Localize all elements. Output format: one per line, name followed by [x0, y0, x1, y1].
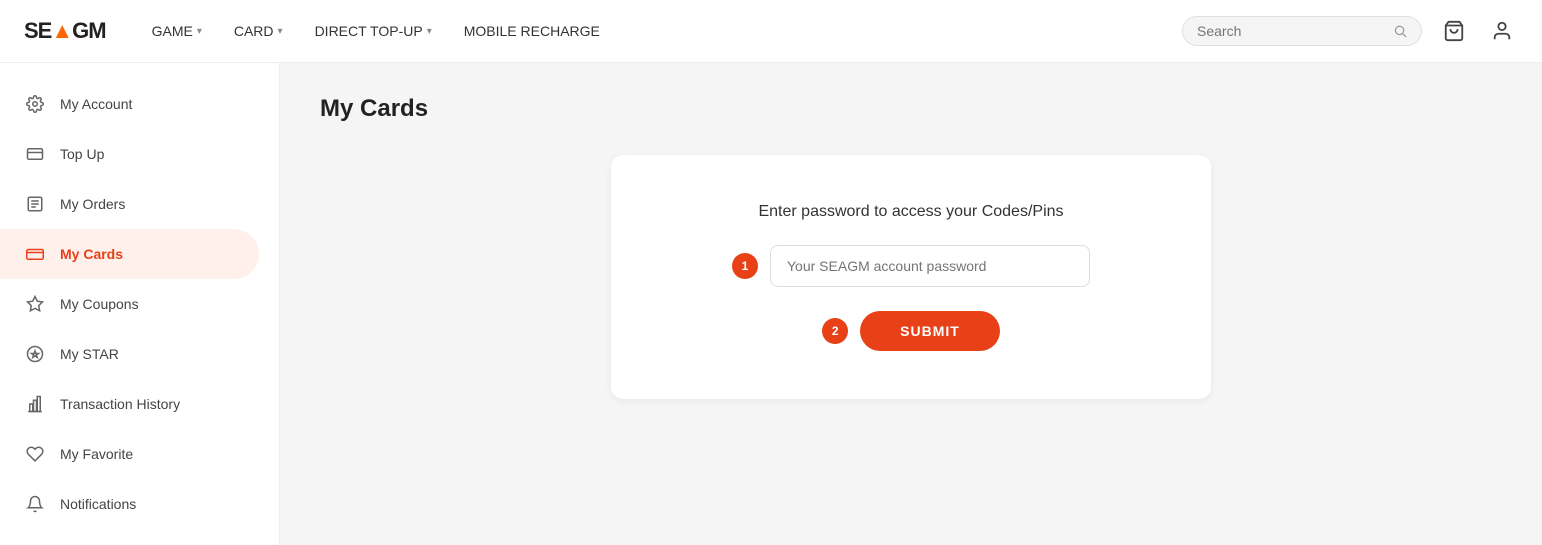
chevron-down-icon: ▾ — [278, 26, 283, 37]
logo[interactable]: SE▲GM — [24, 18, 106, 44]
submit-button[interactable]: SUBMIT — [860, 311, 1000, 351]
sidebar-label-coupons: My Coupons — [60, 296, 139, 312]
coupons-icon — [24, 293, 46, 315]
star-icon — [24, 343, 46, 365]
submit-row: 2 SUBMIT — [822, 311, 1000, 351]
password-row: 1 — [651, 245, 1171, 287]
password-input[interactable] — [770, 245, 1090, 287]
panel-title: Enter password to access your Codes/Pins — [758, 203, 1063, 221]
history-icon — [24, 393, 46, 415]
chevron-down-icon: ▾ — [427, 26, 432, 37]
header: SE▲GM GAME ▾ CARD ▾ DIRECT TOP-UP ▾ MOBI… — [0, 0, 1542, 63]
search-input[interactable] — [1197, 23, 1385, 39]
nav-mobile-recharge[interactable]: MOBILE RECHARGE — [450, 15, 614, 47]
search-icon — [1393, 23, 1407, 39]
sidebar-label-topup: Top Up — [60, 146, 104, 162]
sidebar-item-favorite[interactable]: My Favorite — [0, 429, 259, 479]
sidebar-item-history[interactable]: Transaction History — [0, 379, 259, 429]
sidebar-label-favorite: My Favorite — [60, 446, 133, 462]
orders-icon — [24, 193, 46, 215]
favorite-icon — [24, 443, 46, 465]
page-title: My Cards — [320, 95, 1502, 123]
sidebar-label-account: My Account — [60, 96, 132, 112]
sidebar-label-orders: My Orders — [60, 196, 125, 212]
sidebar-item-coupons[interactable]: My Coupons — [0, 279, 259, 329]
main-nav: GAME ▾ CARD ▾ DIRECT TOP-UP ▾ MOBILE REC… — [138, 15, 1182, 47]
cart-icon[interactable] — [1438, 15, 1470, 47]
user-icon[interactable] — [1486, 15, 1518, 47]
nav-direct-topup[interactable]: DIRECT TOP-UP ▾ — [301, 15, 446, 47]
bell-icon — [24, 493, 46, 515]
card-panel: Enter password to access your Codes/Pins… — [611, 155, 1211, 399]
sidebar-label-cards: My Cards — [60, 246, 123, 262]
layout: My Account Top Up My Orders — [0, 63, 1542, 545]
cards-icon — [24, 243, 46, 265]
sidebar-label-history: Transaction History — [60, 396, 180, 412]
gear-icon — [24, 93, 46, 115]
header-right — [1182, 15, 1518, 47]
sidebar: My Account Top Up My Orders — [0, 63, 280, 545]
main-content: My Cards Enter password to access your C… — [280, 63, 1542, 545]
step-1-badge: 1 — [732, 253, 758, 279]
chevron-down-icon: ▾ — [197, 26, 202, 37]
sidebar-item-account[interactable]: My Account — [0, 79, 259, 129]
nav-game[interactable]: GAME ▾ — [138, 15, 216, 47]
sidebar-item-cards[interactable]: My Cards — [0, 229, 259, 279]
sidebar-item-notifications[interactable]: Notifications — [0, 479, 259, 529]
sidebar-item-orders[interactable]: My Orders — [0, 179, 259, 229]
logo-text: SE▲GM — [24, 18, 106, 44]
sidebar-label-notifications: Notifications — [60, 496, 136, 512]
sidebar-item-star[interactable]: My STAR — [0, 329, 259, 379]
sidebar-item-topup[interactable]: Top Up — [0, 129, 259, 179]
topup-icon — [24, 143, 46, 165]
nav-card[interactable]: CARD ▾ — [220, 15, 297, 47]
step-2-badge: 2 — [822, 318, 848, 344]
search-box[interactable] — [1182, 16, 1422, 46]
sidebar-label-star: My STAR — [60, 346, 119, 362]
